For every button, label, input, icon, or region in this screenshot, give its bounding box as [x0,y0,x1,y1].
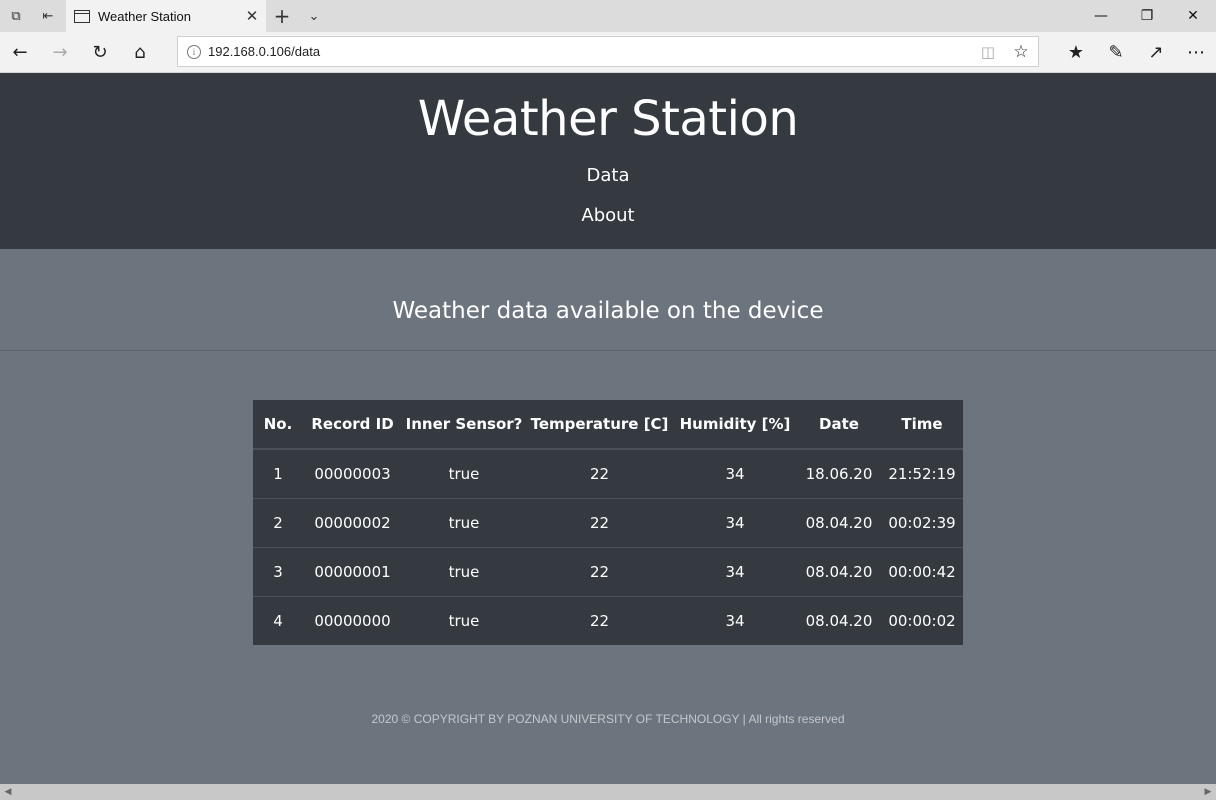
horizontal-scrollbar[interactable]: ◀ ▶ [0,784,1216,800]
more-icon[interactable]: ⋯ [1180,36,1212,68]
home-icon[interactable]: ⌂ [124,36,156,68]
address-bar[interactable]: i 192.168.0.106/data ◫ ☆ [177,36,1039,67]
refresh-icon[interactable]: ↻ [84,36,116,68]
table-row: 4 00000000 true 22 34 08.04.20 00:00:02 [253,595,963,645]
table-cell: true [402,497,526,547]
close-tab-icon[interactable]: ✕ [238,7,266,25]
table-cell: 22 [526,595,673,645]
page-content: Weather Station Data About Weather data … [0,73,1216,784]
table-cell: 18.06.20 [805,464,873,483]
tabs-aside-icon[interactable]: ⇤ [32,0,64,32]
table-cell: 00000003 [314,464,391,483]
table-cell: 3 [253,546,303,596]
table-cell: 00:00:02 [881,595,963,645]
minimize-icon[interactable]: — [1078,0,1124,32]
table-cell: 22 [526,546,673,596]
url-text[interactable]: 192.168.0.106/data [208,44,972,59]
nav-link-about[interactable]: About [0,205,1216,226]
share-icon[interactable]: ↗ [1140,36,1172,68]
table-cell: 22 [589,464,610,483]
table-cell: 34 [725,464,745,483]
table-cell: 34 [673,497,797,547]
column-header: Temperature [C] [526,400,673,450]
column-header: Inner Sensor? [402,400,526,450]
table-cell: 00000002 [303,497,402,547]
table-cell: 22 [526,497,673,547]
table-cell: 00:00:42 [881,546,963,596]
table-cell: 21:52:19 [888,464,956,483]
new-tab-icon[interactable]: + [266,0,298,32]
table-cell: 2 [253,497,303,547]
scroll-left-icon[interactable]: ◀ [0,784,16,800]
table-cell: 34 [673,595,797,645]
reading-view-icon[interactable]: ◫ [972,43,1004,61]
browser-nav-bar: ← → ↻ ⌂ i 192.168.0.106/data ◫ ☆ ★ ✎ ↗ ⋯ [0,32,1216,73]
scroll-right-icon[interactable]: ▶ [1200,784,1216,800]
favorites-list-icon[interactable]: ★ [1060,36,1092,68]
table-cell: 00000001 [303,546,402,596]
tab-title: Weather Station [98,8,191,24]
table-cell: true [448,464,480,483]
site-title: Weather Station [417,91,799,147]
browser-tab[interactable]: Weather Station ✕ [66,0,266,32]
tab-list-icon[interactable]: ⧉ [0,0,32,32]
column-header: Record ID [303,400,402,450]
table-row: 1 00000003 true 22 34 18.06.20 21:52:19 [253,449,963,498]
column-header: Date [797,400,881,450]
table-row: 2 00000002 true 22 34 08.04.20 00:02:39 [253,497,963,547]
back-icon[interactable]: ← [4,36,36,68]
table-cell: 4 [253,595,303,645]
table-cell: 08.04.20 [797,497,881,547]
forward-icon[interactable]: → [44,36,76,68]
weather-data-table: No. Record ID Inner Sensor? Temperature … [253,400,963,645]
nav-link-data[interactable]: Data [0,165,1216,186]
site-info-icon[interactable]: i [187,44,201,59]
table-cell: true [402,546,526,596]
table-cell: 1 [273,464,283,483]
column-header: No. [253,400,303,450]
table-row: 3 00000001 true 22 34 08.04.20 00:00:42 [253,546,963,596]
site-header: Weather Station Data About [0,73,1216,249]
table-cell: true [402,595,526,645]
restore-icon[interactable]: ❐ [1124,0,1170,32]
pen-icon[interactable]: ✎ [1100,36,1132,68]
footer-copyright: 2020 © COPYRIGHT BY POZNAN UNIVERSITY OF… [371,712,845,726]
page-subtitle: Weather data available on the device [392,298,824,324]
column-header: Humidity [%] [673,400,797,450]
table-cell: 00000000 [303,595,402,645]
table-cell: 08.04.20 [797,595,881,645]
divider [0,350,1216,351]
table-cell: 08.04.20 [797,546,881,596]
column-header: Time [881,400,963,450]
tab-preview-chevron-icon[interactable]: ⌄ [298,0,330,32]
favorite-star-icon[interactable]: ☆ [1004,42,1038,62]
table-cell: 00:02:39 [881,497,963,547]
table-cell: 34 [673,546,797,596]
browser-tab-bar: ⧉ ⇤ Weather Station ✕ + ⌄ — ❐ ✕ [0,0,1216,32]
page-favicon-icon [74,9,90,23]
table-header-row: No. Record ID Inner Sensor? Temperature … [253,400,963,450]
close-window-icon[interactable]: ✕ [1170,0,1216,32]
